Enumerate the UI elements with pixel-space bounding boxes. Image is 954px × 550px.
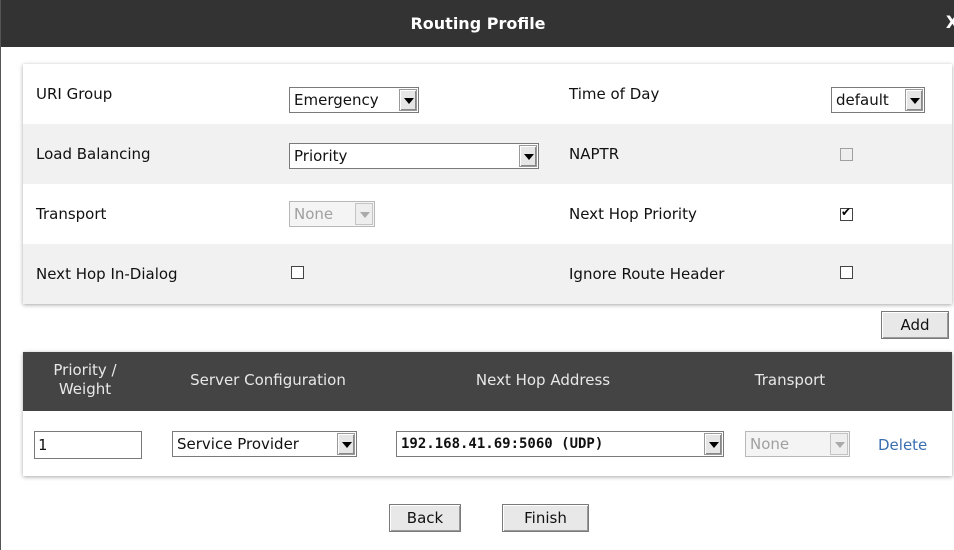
ignore-route-header-label: Ignore Route Header [569, 265, 725, 283]
dialog-title: Routing Profile [410, 14, 546, 33]
uri-group-select[interactable]: Emergency [289, 87, 419, 113]
settings-row-load-balancing: Load Balancing Priority NAPTR [23, 124, 952, 184]
server-configuration-value: Service Provider [177, 435, 299, 453]
server-configuration-select[interactable]: Service Provider [172, 431, 357, 457]
add-button[interactable]: Add [881, 311, 949, 339]
delete-link[interactable]: Delete [878, 436, 927, 454]
transport-label: Transport [36, 205, 107, 223]
priority-weight-header-line2: Weight [58, 380, 112, 398]
settings-row-transport: Transport None Next Hop Priority [23, 184, 952, 244]
next-hop-address-header: Next Hop Address [475, 371, 611, 389]
settings-row-uri-group: URI Group Emergency Time of Day default [23, 64, 952, 124]
table-row: 1 Service Provider 192.168.41.69:5060 (U… [23, 411, 952, 476]
uri-group-label: URI Group [36, 85, 113, 103]
chevron-down-icon [519, 145, 537, 167]
table-header: Priority / Weight Server Configuration N… [23, 352, 952, 411]
load-balancing-label: Load Balancing [36, 145, 151, 163]
transport-header: Transport [754, 371, 826, 389]
naptr-label: NAPTR [569, 145, 620, 163]
time-of-day-value: default [836, 91, 889, 109]
settings-row-next-hop-in-dialog: Next Hop In-Dialog Ignore Route Header [23, 244, 952, 304]
chevron-down-icon [355, 203, 373, 225]
time-of-day-select[interactable]: default [831, 87, 925, 113]
close-icon[interactable]: X [946, 0, 954, 47]
row-transport-value: None [750, 435, 790, 453]
finish-button[interactable]: Finish [502, 504, 589, 532]
load-balancing-value: Priority [294, 147, 348, 165]
next-hop-in-dialog-checkbox[interactable] [291, 266, 304, 279]
priority-weight-header-line1: Priority / [53, 361, 117, 379]
load-balancing-select[interactable]: Priority [289, 143, 539, 169]
dialog-title-bar: Routing Profile X [1, 0, 954, 47]
back-button[interactable]: Back [389, 504, 461, 532]
chevron-down-icon [337, 433, 355, 455]
server-configuration-header: Server Configuration [190, 371, 346, 389]
chevron-down-icon [704, 433, 722, 455]
priority-input[interactable]: 1 [34, 431, 142, 459]
next-hop-priority-checkbox[interactable] [840, 205, 853, 221]
transport-value: None [294, 205, 334, 223]
time-of-day-label: Time of Day [569, 85, 660, 103]
row-transport-select[interactable]: None [745, 431, 850, 457]
transport-select[interactable]: None [289, 201, 375, 227]
next-hop-in-dialog-label: Next Hop In-Dialog [36, 265, 178, 283]
uri-group-value: Emergency [294, 91, 379, 109]
chevron-down-icon [399, 89, 417, 111]
chevron-down-icon [905, 89, 923, 111]
next-hop-priority-label: Next Hop Priority [569, 205, 697, 223]
profile-settings-panel: URI Group Emergency Time of Day default … [23, 64, 952, 304]
routing-profile-dialog: Routing Profile X URI Group Emergency Ti… [0, 0, 954, 550]
ignore-route-header-checkbox[interactable] [840, 266, 853, 279]
naptr-checkbox[interactable] [840, 148, 853, 161]
next-hop-table: Priority / Weight Server Configuration N… [23, 352, 952, 476]
next-hop-address-select[interactable]: 192.168.41.69:5060 (UDP) [396, 431, 724, 457]
next-hop-address-value: 192.168.41.69:5060 (UDP) [401, 436, 604, 452]
chevron-down-icon [830, 433, 848, 455]
priority-weight-header: Priority / Weight [41, 361, 129, 399]
